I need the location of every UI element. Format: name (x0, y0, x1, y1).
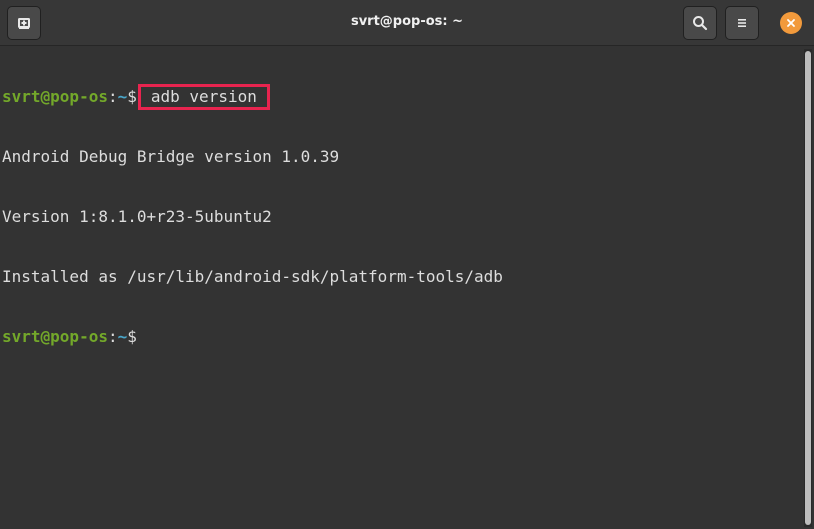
search-button[interactable] (683, 6, 717, 40)
close-button[interactable] (780, 12, 802, 34)
terminal-output-area[interactable]: svrt@pop-os:~$ adb version Android Debug … (0, 47, 800, 529)
vertical-scrollbar[interactable] (804, 49, 812, 527)
prompt-symbol: $ (127, 87, 137, 106)
output-line: Version 1:8.1.0+r23-5ubuntu2 (2, 207, 272, 226)
terminal-window: svrt@pop-os: ~ svrt@pop-os:~$ adb version… (0, 0, 814, 529)
search-icon (693, 16, 708, 31)
prompt-separator: : (107, 87, 118, 106)
prompt-user-host: svrt@pop-os (2, 87, 108, 106)
prompt-user-host: svrt@pop-os (2, 327, 108, 346)
output-line: Android Debug Bridge version 1.0.39 (2, 147, 340, 166)
prompt-separator: : (107, 327, 118, 346)
header-bar: svrt@pop-os: ~ (0, 0, 814, 46)
highlighted-command: adb version (137, 84, 270, 110)
command-line: svrt@pop-os:~$ adb version (2, 84, 800, 110)
close-icon (787, 19, 795, 27)
menu-button[interactable] (725, 6, 759, 40)
current-prompt-line: svrt@pop-os:~$ (2, 327, 800, 347)
scrollbar-thumb[interactable] (805, 51, 811, 525)
prompt-path: ~ (117, 87, 128, 106)
output-line: Installed as /usr/lib/android-sdk/platfo… (2, 267, 503, 286)
prompt-symbol: $ (127, 327, 137, 346)
hamburger-menu-icon (738, 19, 746, 27)
prompt-path: ~ (117, 327, 128, 346)
